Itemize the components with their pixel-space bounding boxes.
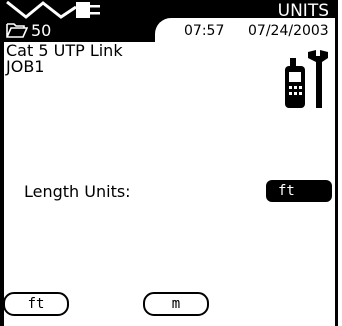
clock-time: 07:57	[184, 23, 225, 39]
clock-date: 07/24/2003	[248, 23, 329, 39]
status-header: UNITS 50 07:57 07/24/2003	[4, 0, 335, 42]
device-screen: UNITS 50 07:57 07/24/2003 Cat 5 UTP Link…	[0, 0, 342, 326]
screen-frame-left	[0, 0, 4, 326]
folder-count: 50	[31, 21, 52, 40]
job-name-label: JOB1	[6, 57, 45, 76]
cable-link-icon	[6, 1, 100, 19]
length-units-label: Length Units:	[24, 182, 131, 201]
tester-tools-icon	[285, 50, 328, 108]
softkey-ft-button[interactable]: ft	[3, 292, 69, 316]
screen-frame-right	[335, 0, 338, 326]
softkey-m-button[interactable]: m	[143, 292, 209, 316]
folder-icon	[6, 23, 28, 38]
length-units-value[interactable]: ft	[266, 180, 332, 202]
